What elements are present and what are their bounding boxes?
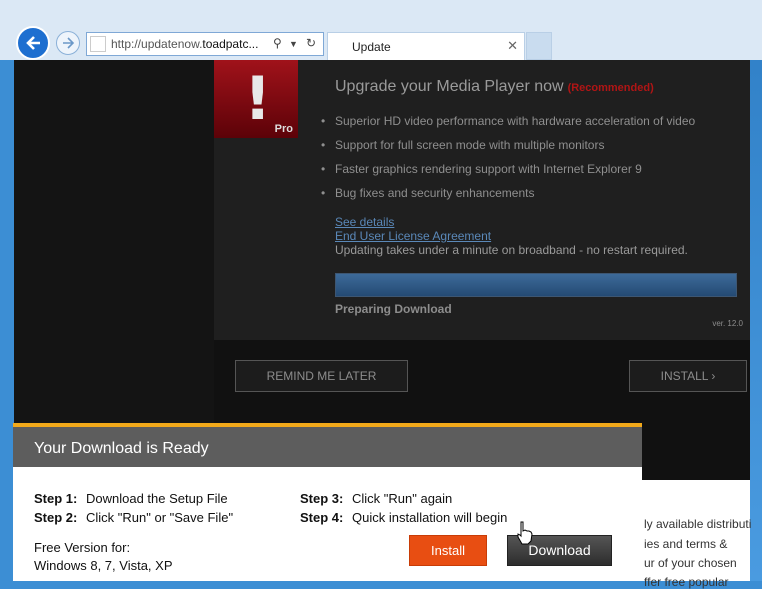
exclamation-icon: !	[244, 64, 272, 134]
refresh-icon[interactable]: ↻	[306, 36, 316, 50]
new-tab-button[interactable]	[526, 32, 552, 60]
step-1: Step 1: Download the Setup File	[34, 491, 228, 506]
forward-button[interactable]	[56, 31, 80, 55]
feature-item: • Bug fixes and security enhancements	[321, 186, 535, 200]
tab-update[interactable]: Update ✕	[327, 32, 525, 60]
close-icon[interactable]: ✕	[507, 38, 518, 54]
feature-item: • Support for full screen mode with multi…	[321, 138, 605, 152]
free-version-label: Free Version for:	[34, 540, 131, 555]
see-details-link[interactable]: See details	[335, 215, 394, 229]
version-label: ver. 12.0	[712, 319, 743, 328]
media-player-logo: ! Pro	[214, 60, 298, 138]
download-progress-bar	[335, 273, 737, 297]
address-bar[interactable]: http://updatenow.toadpatc... ⚲ ▼ ↻	[86, 32, 324, 56]
back-button[interactable]	[16, 26, 50, 60]
step-4: Step 4: Quick installation will begin	[300, 510, 508, 525]
search-icon[interactable]: ⚲	[273, 36, 282, 50]
feature-item: • Superior HD video performance with hard…	[321, 114, 696, 128]
background-text: ly available distributi	[644, 517, 752, 531]
address-url[interactable]: http://updatenow.toadpatc...	[111, 37, 258, 51]
tab-title: Update	[352, 40, 391, 54]
background-text: ur of your chosen	[644, 556, 737, 570]
feature-item: • Faster graphics rendering support with …	[321, 162, 642, 176]
background-text: ffer free popular	[644, 575, 729, 589]
download-modal: Your Download is Ready Step 1: Download t…	[13, 423, 642, 581]
install-button[interactable]: INSTALL ›	[629, 360, 747, 392]
back-arrow-icon	[26, 36, 40, 50]
update-panel: ! Pro Upgrade your Media Player now (Reco…	[214, 60, 750, 340]
background-text: ies and terms &	[644, 537, 728, 551]
modal-header: Your Download is Ready	[13, 427, 642, 467]
update-note: Updating takes under a minute on broadba…	[335, 243, 688, 257]
progress-label: Preparing Download	[335, 302, 452, 316]
desktop-background	[750, 0, 762, 581]
modal-title: Your Download is Ready	[34, 440, 209, 457]
modal-install-button[interactable]: Install	[409, 535, 487, 566]
dropdown-icon[interactable]: ▼	[289, 39, 298, 49]
supported-os-label: Windows 8, 7, Vista, XP	[34, 558, 173, 573]
logo-label: Pro	[274, 123, 293, 135]
page-icon	[90, 36, 106, 52]
recommended-tag: (Recommended)	[567, 82, 654, 94]
panel-headline: Upgrade your Media Player now (Recommende…	[335, 78, 654, 95]
hand-cursor-icon	[517, 521, 533, 545]
eula-link[interactable]: End User License Agreement	[335, 229, 491, 243]
forward-arrow-icon	[63, 37, 75, 49]
remind-me-later-button[interactable]: REMIND ME LATER	[235, 360, 408, 392]
step-2: Step 2: Click "Run" or "Save File"	[34, 510, 234, 525]
browser-toolbar: http://updatenow.toadpatc... ⚲ ▼ ↻ Updat…	[0, 0, 762, 60]
step-3: Step 3: Click "Run" again	[300, 491, 453, 506]
